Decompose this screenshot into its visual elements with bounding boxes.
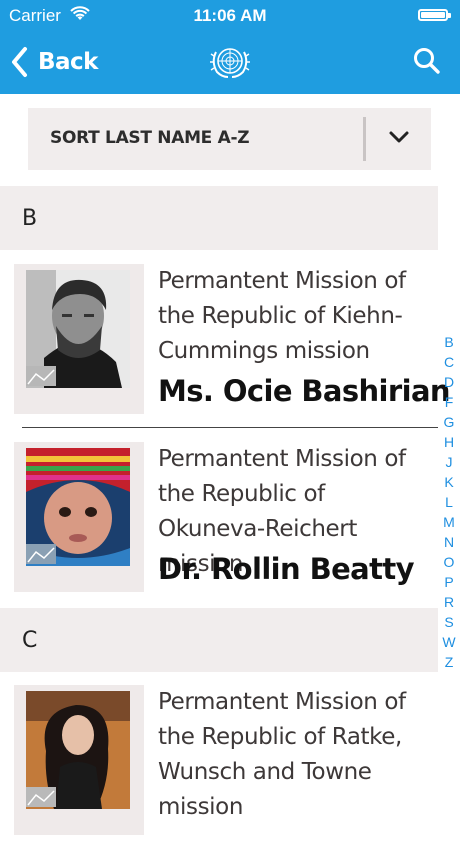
section-letter: C — [22, 628, 38, 653]
section-letter: B — [22, 206, 38, 231]
list-item[interactable]: Permantent Mission of the Republic of Ra… — [0, 685, 438, 857]
index-letter-g[interactable]: G — [444, 412, 455, 432]
row-divider — [22, 427, 438, 428]
index-letter-j[interactable]: J — [446, 452, 453, 472]
section-header-c: C — [0, 608, 438, 672]
list-item[interactable]: Permantent Mission of the Republic of Ok… — [0, 442, 438, 614]
index-letter-n[interactable]: N — [444, 532, 454, 552]
index-letter-r[interactable]: R — [444, 592, 454, 612]
index-letter-b[interactable]: B — [444, 332, 453, 352]
sort-label: SORT LAST NAME A-Z — [50, 128, 250, 148]
index-letter-z[interactable]: Z — [445, 652, 454, 672]
index-letter-p[interactable]: P — [444, 572, 453, 592]
person-name: Dr. Rollin Beatty — [158, 552, 415, 586]
avatar — [26, 691, 130, 809]
avatar-frame — [14, 685, 144, 835]
section-header-b: B — [0, 186, 438, 250]
sort-dropdown[interactable]: SORT LAST NAME A-Z — [28, 108, 431, 170]
status-bar: Carrier 11:06 AM — [0, 0, 460, 32]
index-letter-d[interactable]: D — [444, 372, 454, 392]
person-name: Ms. Ocie Bashirian — [158, 374, 451, 408]
chevron-left-icon — [12, 47, 27, 77]
index-letter-o[interactable]: O — [444, 552, 455, 572]
index-letter-m[interactable]: M — [443, 512, 455, 532]
back-button[interactable]: Back — [10, 45, 98, 79]
status-time: 11:06 AM — [193, 6, 267, 25]
index-letter-l[interactable]: L — [445, 492, 453, 512]
battery-icon — [418, 9, 451, 21]
nav-bar: Back — [0, 32, 460, 94]
avatar — [26, 270, 130, 388]
top-bar: Carrier 11:06 AM Back — [0, 0, 460, 94]
index-letter-c[interactable]: C — [444, 352, 454, 372]
mission-text: Permantent Mission of the Republic of Ra… — [158, 689, 406, 820]
sort-divider — [363, 117, 366, 161]
list-item[interactable]: Permantent Mission of the Republic of Ki… — [0, 264, 451, 436]
avatar — [26, 448, 130, 566]
alphabet-index[interactable]: BCDFGHJKLMNOPRSWZ — [440, 332, 458, 672]
search-icon[interactable] — [412, 46, 442, 76]
chevron-down-icon — [389, 131, 409, 143]
index-letter-f[interactable]: F — [445, 392, 454, 412]
avatar-frame — [14, 442, 144, 592]
mission-text: Permantent Mission of the Republic of Ki… — [158, 268, 406, 364]
back-label: Back — [38, 49, 98, 75]
avatar-frame — [14, 264, 144, 414]
index-letter-s[interactable]: S — [444, 612, 453, 632]
un-emblem-icon — [210, 48, 250, 78]
index-letter-k[interactable]: K — [444, 472, 453, 492]
index-letter-h[interactable]: H — [444, 432, 454, 452]
index-letter-w[interactable]: W — [442, 632, 455, 652]
